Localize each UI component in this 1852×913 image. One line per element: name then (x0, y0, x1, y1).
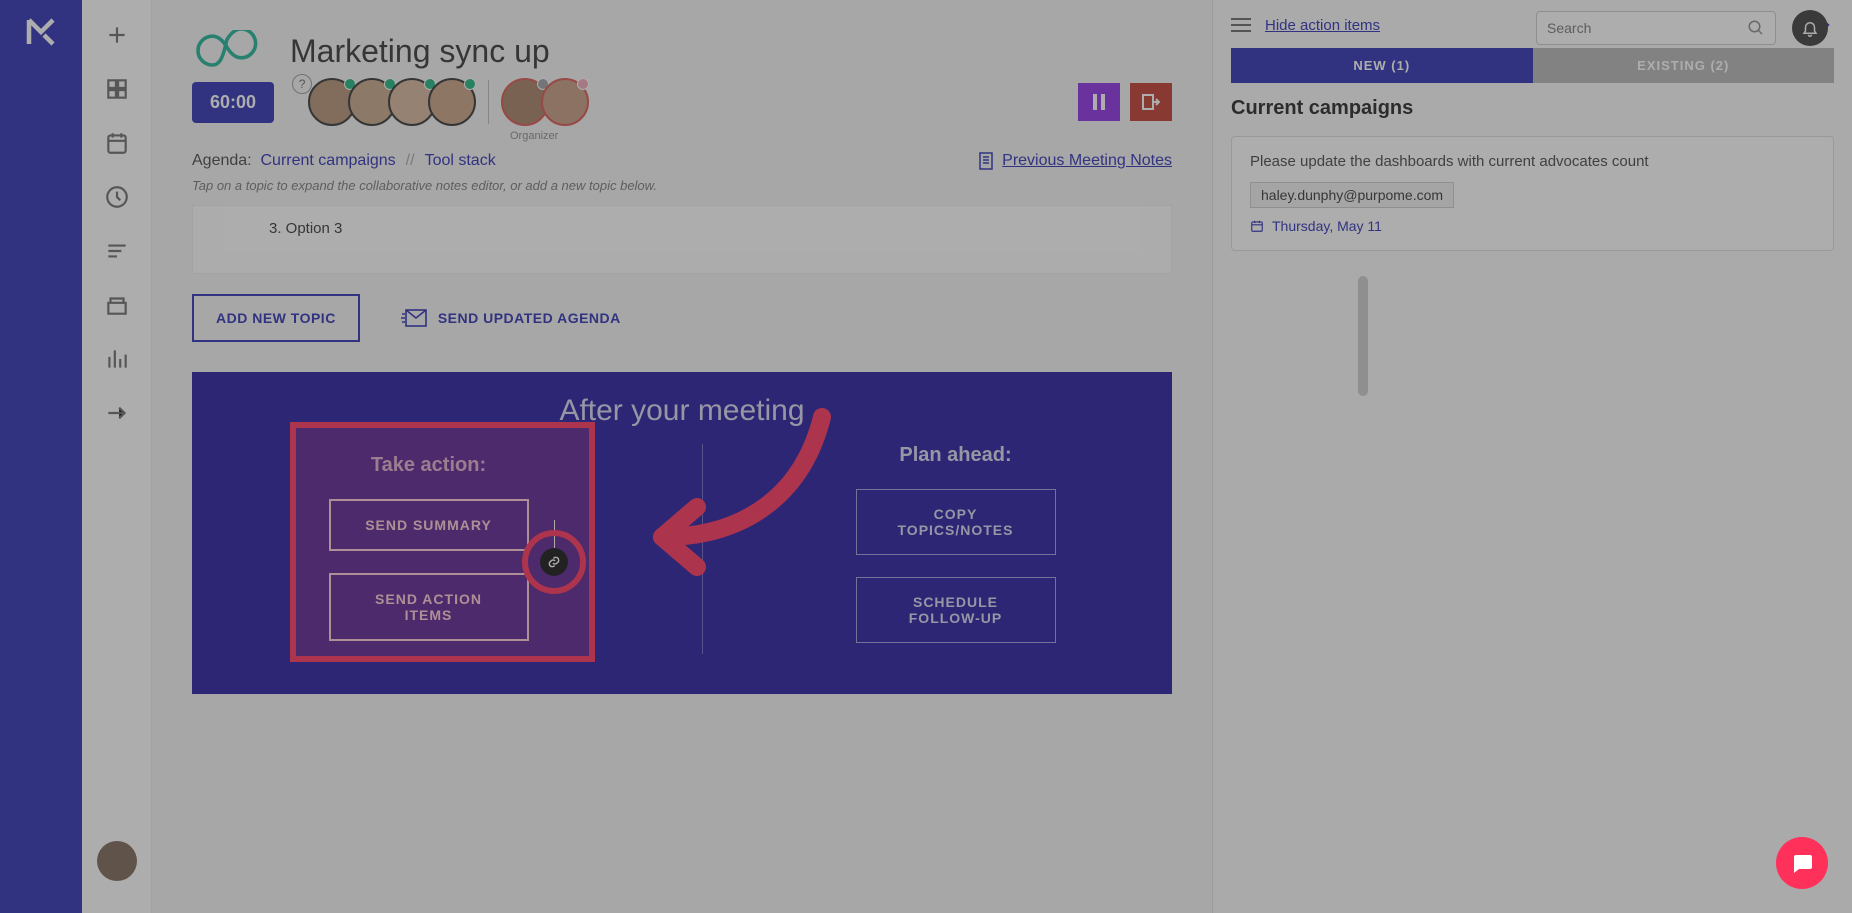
send-summary-button[interactable]: SEND SUMMARY (329, 499, 529, 551)
previous-notes-link[interactable]: Previous Meeting Notes (1002, 152, 1172, 170)
clock-icon[interactable] (104, 184, 130, 210)
take-action-heading: Take action: (371, 454, 486, 477)
notes-icon (978, 152, 994, 170)
avatar[interactable] (428, 78, 476, 126)
hide-action-items-link[interactable]: Hide action items (1265, 17, 1380, 34)
action-items-section-title: Current campaigns (1231, 97, 1834, 120)
action-items-panel: Hide action items NEW (1) EXISTING (2) C… (1212, 0, 1852, 913)
side-nav (82, 0, 152, 913)
topic-hint: Tap on a topic to expand the collaborati… (192, 178, 1172, 193)
list-icon[interactable] (104, 238, 130, 264)
scrollbar-thumb[interactable] (1358, 276, 1368, 396)
after-meeting-panel: After your meeting Take action: SEND SUM… (192, 372, 1172, 694)
grid-icon[interactable] (104, 76, 130, 102)
exit-button[interactable] (1130, 83, 1172, 121)
action-item-description: Please update the dashboards with curren… (1250, 153, 1815, 170)
search-box[interactable] (1536, 11, 1776, 45)
chart-icon[interactable] (104, 346, 130, 372)
my-avatar[interactable] (97, 841, 137, 881)
calendar-small-icon (1250, 219, 1264, 233)
send-updated-agenda-button[interactable]: SEND UPDATED AGENDA (400, 308, 621, 328)
organizer-label: Organizer (510, 130, 558, 142)
search-input[interactable] (1547, 20, 1747, 36)
send-agenda-label: SEND UPDATED AGENDA (438, 310, 621, 326)
chat-fab[interactable] (1776, 837, 1828, 889)
avatar-divider (488, 80, 489, 124)
action-item-date: Thursday, May 11 (1272, 218, 1382, 234)
mail-icon (400, 308, 428, 328)
schedule-followup-button[interactable]: SCHEDULE FOLLOW-UP (856, 577, 1056, 643)
brand-logo-icon (23, 14, 59, 50)
avatar[interactable] (541, 78, 589, 126)
plan-ahead-heading: Plan ahead: (899, 444, 1011, 467)
notifications-button[interactable] (1792, 10, 1828, 46)
bell-icon (1801, 19, 1819, 37)
action-item-card[interactable]: Please update the dashboards with curren… (1231, 136, 1834, 251)
meeting-title: Marketing sync up (290, 33, 550, 70)
arrow-right-icon[interactable] (104, 400, 130, 426)
archive-icon[interactable] (104, 292, 130, 318)
plus-icon[interactable] (104, 22, 130, 48)
hamburger-icon[interactable] (1231, 18, 1251, 32)
assignee-chip[interactable]: haley.dunphy@purpome.com (1250, 182, 1454, 208)
copy-topics-button[interactable]: COPY TOPICS/NOTES (856, 489, 1056, 555)
exit-icon (1142, 94, 1160, 110)
agenda-label: Agenda: (192, 152, 252, 170)
timer[interactable]: 60:00 (192, 82, 274, 123)
link-icon[interactable] (540, 548, 568, 576)
help-icon[interactable]: ? (292, 74, 312, 94)
attendee-avatars (308, 78, 476, 126)
search-icon (1747, 19, 1765, 37)
agenda-link-toolstack[interactable]: Tool stack (425, 152, 496, 170)
send-action-items-button[interactable]: SEND ACTION ITEMS (329, 573, 529, 641)
calendar-icon[interactable] (104, 130, 130, 156)
tab-new[interactable]: NEW (1) (1231, 48, 1533, 83)
add-new-topic-button[interactable]: ADD NEW TOPIC (192, 294, 360, 342)
infinity-icon (192, 30, 272, 72)
pause-button[interactable] (1078, 83, 1120, 121)
chat-icon (1790, 851, 1814, 875)
note-box: 3. Option 3 (192, 205, 1172, 274)
agenda-separator: // (406, 152, 415, 170)
agenda-link-campaigns[interactable]: Current campaigns (261, 152, 396, 170)
pause-icon (1092, 94, 1106, 110)
column-divider (702, 444, 703, 654)
note-option-3: 3. Option 3 (269, 220, 1121, 237)
brand-logo-bar (0, 0, 82, 913)
after-meeting-title: After your meeting (232, 394, 1132, 428)
